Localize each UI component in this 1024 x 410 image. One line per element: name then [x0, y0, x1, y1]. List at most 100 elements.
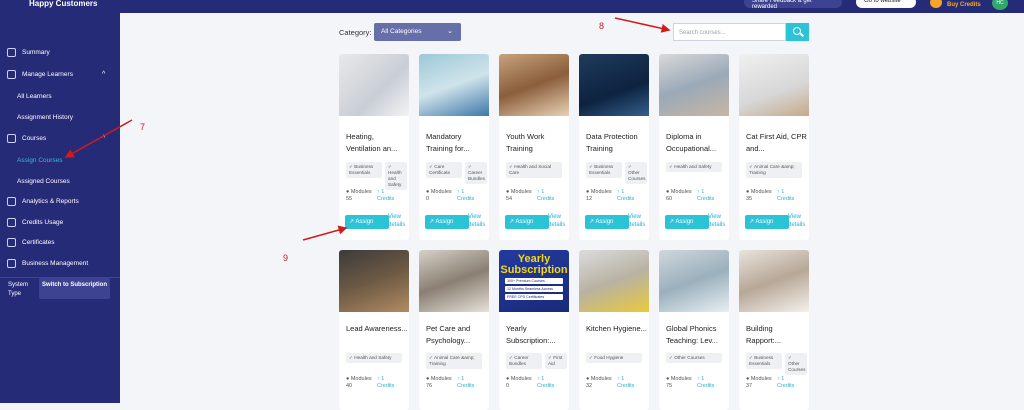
course-tag: ✓ Animal Care &amp; Training [746, 162, 802, 178]
course-tag: ✓ Career Bundles [465, 162, 487, 184]
module-count: ● Modules 35 [746, 189, 772, 202]
credit-label: Credits [697, 196, 715, 202]
course-card[interactable]: Global Phonics Teaching: Lev... ✓ Other C… [659, 250, 729, 410]
module-count-value: 0 [426, 196, 430, 202]
course-title[interactable]: Lead Awareness... [346, 323, 408, 335]
sidebar-item-label: Credits Usage [22, 218, 64, 226]
course-tag: ✓ Business Essentials [586, 162, 622, 178]
course-title[interactable]: Cat First Aid, CPR and... [746, 131, 808, 155]
course-card[interactable]: Lead Awareness... ✓ Health and Safety ● Mo… [339, 250, 409, 410]
course-tag: ✓ Other Courses [785, 353, 807, 375]
avatar[interactable]: HC [992, 0, 1008, 10]
sidebar-item-all-learners[interactable]: All Learners [0, 88, 120, 104]
sidebar-item-business-management[interactable]: Business Management [0, 255, 120, 271]
credit-count: ↑ 1 Credits [697, 189, 715, 202]
course-thumbnail [579, 54, 649, 116]
course-title[interactable]: Yearly Subscription:... [506, 323, 568, 347]
course-card[interactable]: Pet Care and Psychology... ✓ Animal Care … [419, 250, 489, 410]
feedback-button[interactable]: Share Feedback & get rewarded [744, 0, 842, 10]
assign-button[interactable]: ↗ Assign [665, 215, 709, 229]
sidebar-item-summary[interactable]: Summary [0, 44, 120, 60]
search-button[interactable] [786, 23, 809, 41]
sidebar-item-courses[interactable]: Courses ^ [0, 130, 120, 146]
course-card[interactable]: Youth Work Training ✓ Health and Social C… [499, 54, 569, 240]
sidebar-item-assign-courses[interactable]: Assign Courses [0, 152, 120, 168]
course-title[interactable]: Heating, Ventilation an... [346, 131, 408, 155]
assign-button[interactable]: ↗ Assign [425, 215, 469, 229]
switch-to-subscription-button[interactable]: Switch to Subscription [39, 278, 110, 299]
sidebar-item-label: Analytics & Reports [22, 197, 79, 205]
course-tag: ✓ Other Courses [625, 162, 647, 184]
sidebar-item-assigned-courses[interactable]: Assigned Courses [0, 173, 120, 189]
course-card[interactable]: Kitchen Hygiene... ✓ Food Hygiene ● Module… [579, 250, 649, 410]
course-title[interactable]: Diploma in Occupational... [666, 131, 728, 155]
assign-button[interactable]: ↗ Assign [505, 215, 549, 229]
course-card[interactable]: Diploma in Occupational... ✓ Health and S… [659, 54, 729, 240]
course-tag: ✓ Business Essentials [746, 353, 782, 369]
course-title[interactable]: Pet Care and Psychology... [426, 323, 488, 347]
go-to-website-button[interactable]: Go to website [856, 0, 916, 8]
summary-icon [7, 47, 16, 57]
course-thumbnail [419, 54, 489, 116]
course-card[interactable]: Building Rapport:... ✓ Business Essential… [739, 250, 809, 410]
course-title[interactable]: Global Phonics Teaching: Lev... [666, 323, 728, 347]
view-details-link[interactable]: View details [708, 213, 729, 229]
sidebar-item-label: Assign Courses [17, 156, 63, 164]
sidebar-item-label: Assignment History [17, 113, 73, 121]
assign-button[interactable]: ↗ Assign [345, 215, 389, 229]
view-details-link[interactable]: View details [628, 213, 649, 229]
banner-line: 300+ Premium Courses [505, 278, 563, 284]
credit-label: Credits [457, 383, 475, 389]
module-count: ● Modules 76 [426, 376, 452, 389]
course-title[interactable]: Kitchen Hygiene... [586, 323, 648, 335]
view-details-link[interactable]: View details [788, 213, 809, 229]
credit-count: ↑ 1 Credits [697, 376, 715, 389]
credit-count: ↑ 1 Credits [377, 189, 395, 202]
sidebar-item-label: Courses [22, 134, 47, 142]
module-count-value: 12 [586, 196, 593, 202]
sidebar: Summary Manage Learners ^ All Learners A… [0, 13, 120, 403]
course-card[interactable]: Heating, Ventilation an... ✓ Business Ess… [339, 54, 409, 240]
annotation-label-9: 9 [283, 253, 289, 263]
credit-card-icon [7, 217, 16, 227]
sidebar-item-label: Certificates [22, 238, 55, 246]
sidebar-item-assignment-history[interactable]: Assignment History [0, 109, 120, 125]
course-tag: ✓ Health and Safety [666, 162, 722, 172]
view-details-link[interactable]: View details [548, 213, 569, 229]
course-title[interactable]: Youth Work Training [506, 131, 568, 155]
assign-button[interactable]: ↗ Assign [585, 215, 629, 229]
sidebar-item-label: All Learners [17, 92, 52, 100]
course-thumbnail [659, 250, 729, 312]
course-card[interactable]: Data Protection Training ✓ Business Essen… [579, 54, 649, 240]
course-card[interactable]: Mandatory Training for... ✓ Care Certific… [419, 54, 489, 240]
credit-label: Credits [377, 383, 395, 389]
course-card[interactable]: Yearly Subscription 300+ Premium Courses 1… [499, 250, 569, 410]
course-thumbnail [739, 54, 809, 116]
sidebar-item-analytics[interactable]: Analytics & Reports [0, 193, 120, 209]
module-count-value: 40 [346, 383, 353, 389]
course-tag: ✓ Health and Safety [346, 353, 402, 363]
annotation-label-8: 8 [599, 21, 605, 31]
view-details-link[interactable]: View details [468, 213, 489, 229]
course-tag: ✓ Care Certificate [426, 162, 462, 178]
assign-button[interactable]: ↗ Assign [745, 215, 789, 229]
sidebar-item-manage-learners[interactable]: Manage Learners ^ [0, 66, 120, 82]
top-bar: Happy Customers Share Feedback & get rew… [0, 0, 1024, 13]
credit-count: ↑ 1 Credits [377, 376, 395, 389]
module-count: ● Modules 32 [586, 376, 612, 389]
course-title[interactable]: Mandatory Training for... [426, 131, 488, 155]
course-title[interactable]: Building Rapport:... [746, 323, 808, 347]
course-card[interactable]: Cat First Aid, CPR and... ✓ Animal Care &… [739, 54, 809, 240]
search-input[interactable]: Search courses... [673, 23, 786, 41]
course-title[interactable]: Data Protection Training [586, 131, 648, 155]
sidebar-item-certificates[interactable]: Certificates [0, 234, 120, 250]
category-select[interactable]: All Categories ⌄ [374, 23, 461, 41]
sidebar-item-label: Summary [22, 48, 50, 56]
course-tag: ✓ Other Courses [666, 353, 722, 363]
buy-credits-link[interactable]: Buy Credits [947, 2, 981, 8]
credit-label: Credits [617, 383, 635, 389]
view-details-link[interactable]: View details [388, 213, 409, 229]
course-tag: ✓ Business Essentials [346, 162, 382, 178]
sidebar-item-credits-usage[interactable]: Credits Usage [0, 214, 120, 230]
module-count-value: 0 [506, 383, 510, 389]
